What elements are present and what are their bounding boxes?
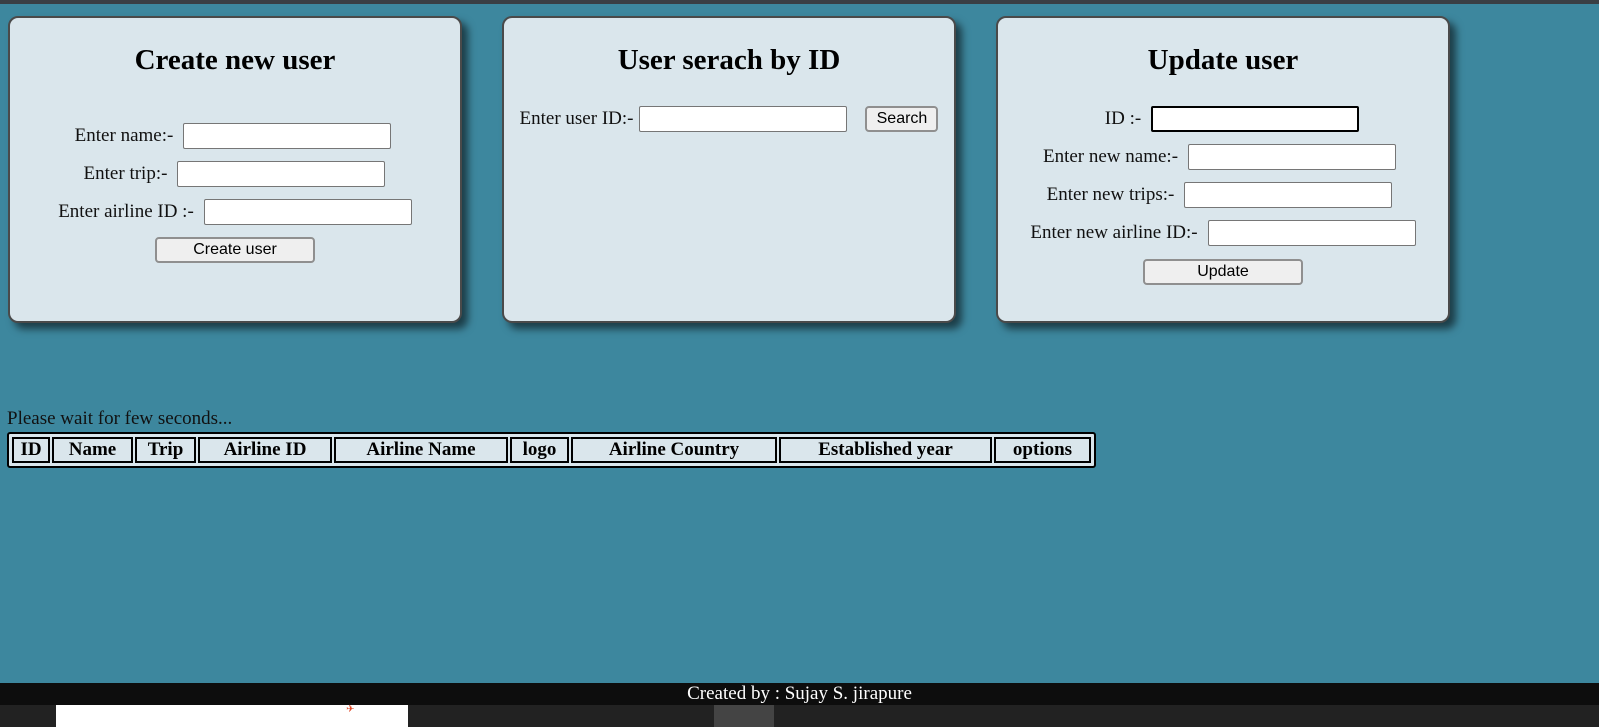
- search-user-card: User serach by ID Enter user ID:- Search: [502, 16, 956, 323]
- update-user-card: Update user ID :- Enter new name:- Enter…: [996, 16, 1450, 323]
- airline-id-input[interactable]: [203, 199, 412, 225]
- name-row: Enter name:-: [6, 122, 460, 150]
- update-button[interactable]: Update: [1143, 259, 1303, 285]
- create-button-row: Create user: [10, 236, 460, 264]
- update-id-label: ID :-: [1104, 108, 1142, 129]
- trip-input[interactable]: [177, 161, 386, 187]
- col-name: Name: [52, 437, 133, 463]
- new-trips-row: Enter new trips:-: [991, 181, 1448, 209]
- col-options: options: [994, 437, 1091, 463]
- new-trips-label: Enter new trips:-: [1046, 184, 1175, 205]
- new-name-row: Enter new name:-: [991, 143, 1448, 171]
- search-button[interactable]: Search: [865, 106, 939, 132]
- col-established-year: Established year: [779, 437, 992, 463]
- create-user-title: Create new user: [134, 44, 336, 76]
- col-id: ID: [12, 437, 50, 463]
- col-airline-id: Airline ID: [198, 437, 332, 463]
- create-user-card: Create new user Enter name:- Enter trip:…: [8, 16, 462, 323]
- name-label: Enter name:-: [74, 125, 174, 146]
- search-row: Enter user ID:- Search: [504, 105, 954, 133]
- new-name-input[interactable]: [1188, 144, 1397, 170]
- new-name-label: Enter new name:-: [1042, 146, 1179, 167]
- footer-credit: Created by : Sujay S. jirapure: [687, 683, 912, 704]
- footer-image: ✈: [56, 705, 408, 727]
- new-airline-id-input[interactable]: [1207, 220, 1416, 246]
- users-table: ID Name Trip Airline ID Airline Name log…: [7, 432, 1096, 468]
- trip-row: Enter trip:-: [9, 160, 460, 188]
- create-user-button[interactable]: Create user: [155, 237, 315, 263]
- loading-status: Please wait for few seconds...: [7, 408, 233, 429]
- update-user-title: Update user: [1147, 44, 1299, 76]
- airline-id-label: Enter airline ID :-: [58, 201, 194, 222]
- airline-id-row: Enter airline ID :-: [10, 198, 460, 226]
- trip-label: Enter trip:-: [83, 163, 168, 184]
- new-trips-input[interactable]: [1184, 182, 1393, 208]
- footer: Created by : Sujay S. jirapure: [0, 683, 1599, 705]
- update-id-row: ID :-: [1016, 105, 1448, 133]
- bottom-tab: [714, 705, 774, 727]
- col-logo: logo: [510, 437, 569, 463]
- airplane-icon: ✈: [346, 704, 355, 715]
- update-id-input[interactable]: [1151, 106, 1360, 132]
- col-airline-name: Airline Name: [334, 437, 508, 463]
- user-id-input[interactable]: [639, 106, 848, 132]
- update-button-row: Update: [998, 258, 1448, 286]
- name-input[interactable]: [183, 123, 392, 149]
- top-bar: [0, 0, 1599, 4]
- bottom-strip: ✈: [0, 705, 1599, 727]
- col-airline-country: Airline Country: [571, 437, 777, 463]
- table-header-row: ID Name Trip Airline ID Airline Name log…: [12, 437, 1091, 463]
- new-airline-id-label: Enter new airline ID:-: [1030, 222, 1198, 243]
- new-airline-id-row: Enter new airline ID:-: [998, 219, 1448, 247]
- col-trip: Trip: [135, 437, 196, 463]
- user-id-label: Enter user ID:-: [519, 108, 634, 129]
- search-user-title: User serach by ID: [617, 44, 841, 76]
